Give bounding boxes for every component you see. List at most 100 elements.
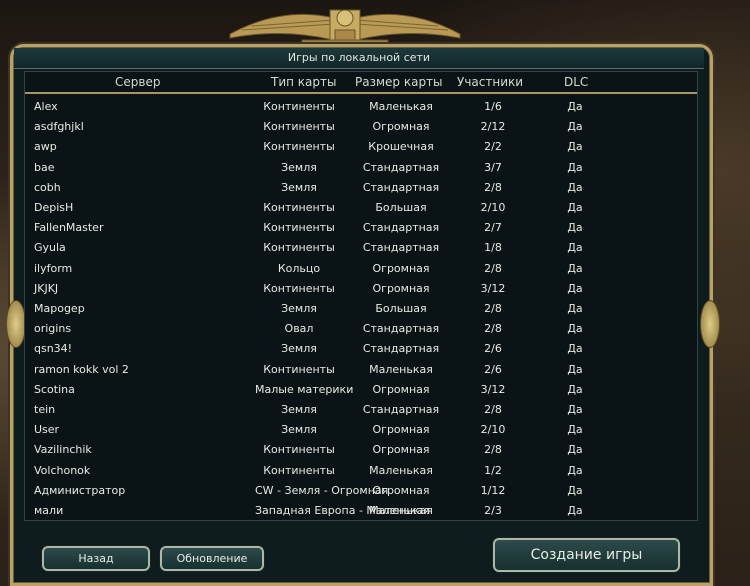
create-game-button[interactable]: Создание игры [493, 538, 680, 572]
table-row[interactable]: Mapogep Земля Большая 2/8 Да [25, 298, 685, 318]
cell-map-type: Континенты [263, 201, 335, 214]
cell-map-size: Маленькая [369, 504, 433, 517]
table-row[interactable]: qsn34! Земля Стандартная 2/6 Да [25, 338, 685, 358]
cell-server: мали [34, 504, 64, 517]
cell-dlc: Да [567, 241, 583, 255]
cell-players: 3/7 [484, 160, 502, 174]
cell-server: Gyula [34, 241, 66, 255]
refresh-button[interactable]: Обновление [160, 546, 264, 571]
cell-map-size: Огромная [372, 443, 430, 457]
column-header-players[interactable]: Участники [457, 75, 523, 89]
table-row[interactable]: Scotina Малые материки Огромная 3/12 Да [25, 379, 685, 399]
cell-map-size: Маленькая [369, 100, 433, 113]
table-row[interactable]: FallenMaster Континенты Стандартная 2/7 Да [25, 217, 685, 237]
window-titlebar: Игры по локальной сети [14, 48, 704, 69]
cell-players: 2/12 [480, 120, 506, 134]
column-header-map-type[interactable]: Тип карты [271, 75, 336, 89]
table-row[interactable]: tein Земля Стандартная 2/8 Да [25, 399, 685, 419]
cell-dlc: Да [567, 281, 583, 295]
cell-map-type: Земля [281, 160, 317, 174]
cell-dlc: Да [567, 382, 583, 396]
cell-server: asdfghjkl [34, 120, 84, 134]
cell-players: 2/8 [484, 443, 502, 457]
cell-server: awp [34, 140, 57, 154]
cell-players: 2/10 [480, 423, 506, 437]
table-row[interactable]: ilyform Кольцо Огромная 2/8 Да [25, 258, 685, 278]
cell-server: Scotina [34, 382, 75, 396]
cell-players: 3/12 [480, 382, 506, 396]
table-row[interactable]: awp Континенты Крошечная 2/2 Да [25, 136, 685, 156]
cell-server: Volchonok [34, 463, 91, 477]
cell-map-type: Западная Европа - Маленькая [255, 504, 431, 517]
cell-map-type: Земля [281, 302, 317, 315]
cell-server: origins [34, 322, 72, 336]
cell-map-type: Континенты [263, 443, 335, 457]
cell-map-type: Овал [284, 322, 314, 336]
cell-map-type: Континенты [263, 281, 335, 295]
cell-dlc: Да [567, 201, 583, 214]
cell-players: 2/3 [484, 504, 502, 517]
cell-players: 1/12 [480, 483, 506, 497]
cell-players: 1/6 [484, 100, 502, 113]
cell-server: Администратор [34, 483, 126, 497]
column-header-dlc[interactable]: DLC [564, 75, 588, 89]
table-row[interactable]: Volchonok Континенты Маленькая 1/2 Да [25, 460, 685, 480]
server-list-header: Сервер Тип карты Размер карты Участники … [25, 72, 697, 94]
cell-map-size: Огромная [372, 261, 430, 275]
cell-dlc: Да [567, 180, 583, 194]
table-row[interactable]: DepisH Континенты Большая 2/10 Да [25, 197, 685, 217]
cell-map-type: Земля [281, 180, 317, 194]
cell-map-size: Стандартная [362, 221, 440, 235]
cell-map-type: Кольцо [277, 261, 321, 275]
table-row[interactable]: Alex Континенты Маленькая 1/6 Да [25, 96, 685, 116]
table-row[interactable]: asdfghjkl Континенты Огромная 2/12 Да [25, 116, 685, 136]
cell-map-type: Континенты [263, 221, 335, 235]
table-row[interactable]: bae Земля Стандартная 3/7 Да [25, 157, 685, 177]
table-row[interactable]: мали Западная Европа - Маленькая Маленькая… [25, 500, 685, 520]
cell-server: FallenMaster [34, 221, 104, 235]
cell-server: DepisH [34, 201, 74, 214]
cell-players: 2/6 [484, 342, 502, 356]
cell-players: 2/7 [484, 221, 502, 235]
cell-map-type: Континенты [263, 362, 335, 376]
cell-dlc: Да [567, 140, 583, 154]
cell-dlc: Да [567, 362, 583, 376]
table-row[interactable]: ramon kokk vol 2 Континенты Маленькая 2/6 Да [25, 359, 685, 379]
table-row[interactable]: Vazilinchik Континенты Огромная 2/8 Да [25, 439, 685, 459]
cell-server: tein [34, 403, 56, 416]
cell-map-size: Стандартная [362, 342, 440, 356]
window-title: Игры по локальной сети [287, 51, 431, 64]
cell-players: 2/6 [484, 362, 502, 376]
cell-dlc: Да [567, 423, 583, 437]
cell-dlc: Да [567, 403, 583, 416]
cell-server: bae [34, 160, 55, 174]
cell-map-size: Огромная [372, 281, 430, 295]
cell-server: User [34, 423, 60, 437]
cell-players: 2/8 [484, 261, 502, 275]
cell-map-size: Огромная [372, 120, 430, 134]
cell-map-type: Земля [281, 403, 317, 416]
cell-players: 1/8 [484, 241, 502, 255]
table-row[interactable]: User Земля Огромная 2/10 Да [25, 419, 685, 439]
cell-map-type: Континенты [263, 100, 335, 113]
table-row[interactable]: JKJKJ Континенты Огромная 3/12 Да [25, 278, 685, 298]
cell-dlc: Да [567, 160, 583, 174]
cell-players: 3/12 [480, 281, 506, 295]
cell-map-size: Огромная [372, 423, 430, 437]
table-row[interactable]: Администратор CW - Земля - Огромная Огромн… [25, 480, 685, 500]
table-row[interactable]: cobh Земля Стандартная 2/8 Да [25, 177, 685, 197]
table-row[interactable]: origins Овал Стандартная 2/8 Да [25, 318, 685, 338]
cell-map-type: Континенты [263, 241, 335, 255]
cell-dlc: Да [567, 463, 583, 477]
cell-map-size: Крошечная [368, 140, 434, 154]
cell-map-size: Большая [375, 201, 427, 214]
cell-map-type: CW - Земля - Огромная [255, 483, 389, 497]
right-frame-knob [700, 300, 720, 348]
table-row[interactable]: Gyula Континенты Стандартная 1/8 Да [25, 237, 685, 257]
back-button[interactable]: Назад [42, 546, 150, 571]
cell-map-type: Малые материки [255, 382, 354, 396]
cell-players: 2/8 [484, 322, 502, 336]
column-header-map-size[interactable]: Размер карты [355, 75, 443, 89]
column-header-server[interactable]: Сервер [115, 75, 160, 89]
cell-players: 2/2 [484, 140, 502, 154]
